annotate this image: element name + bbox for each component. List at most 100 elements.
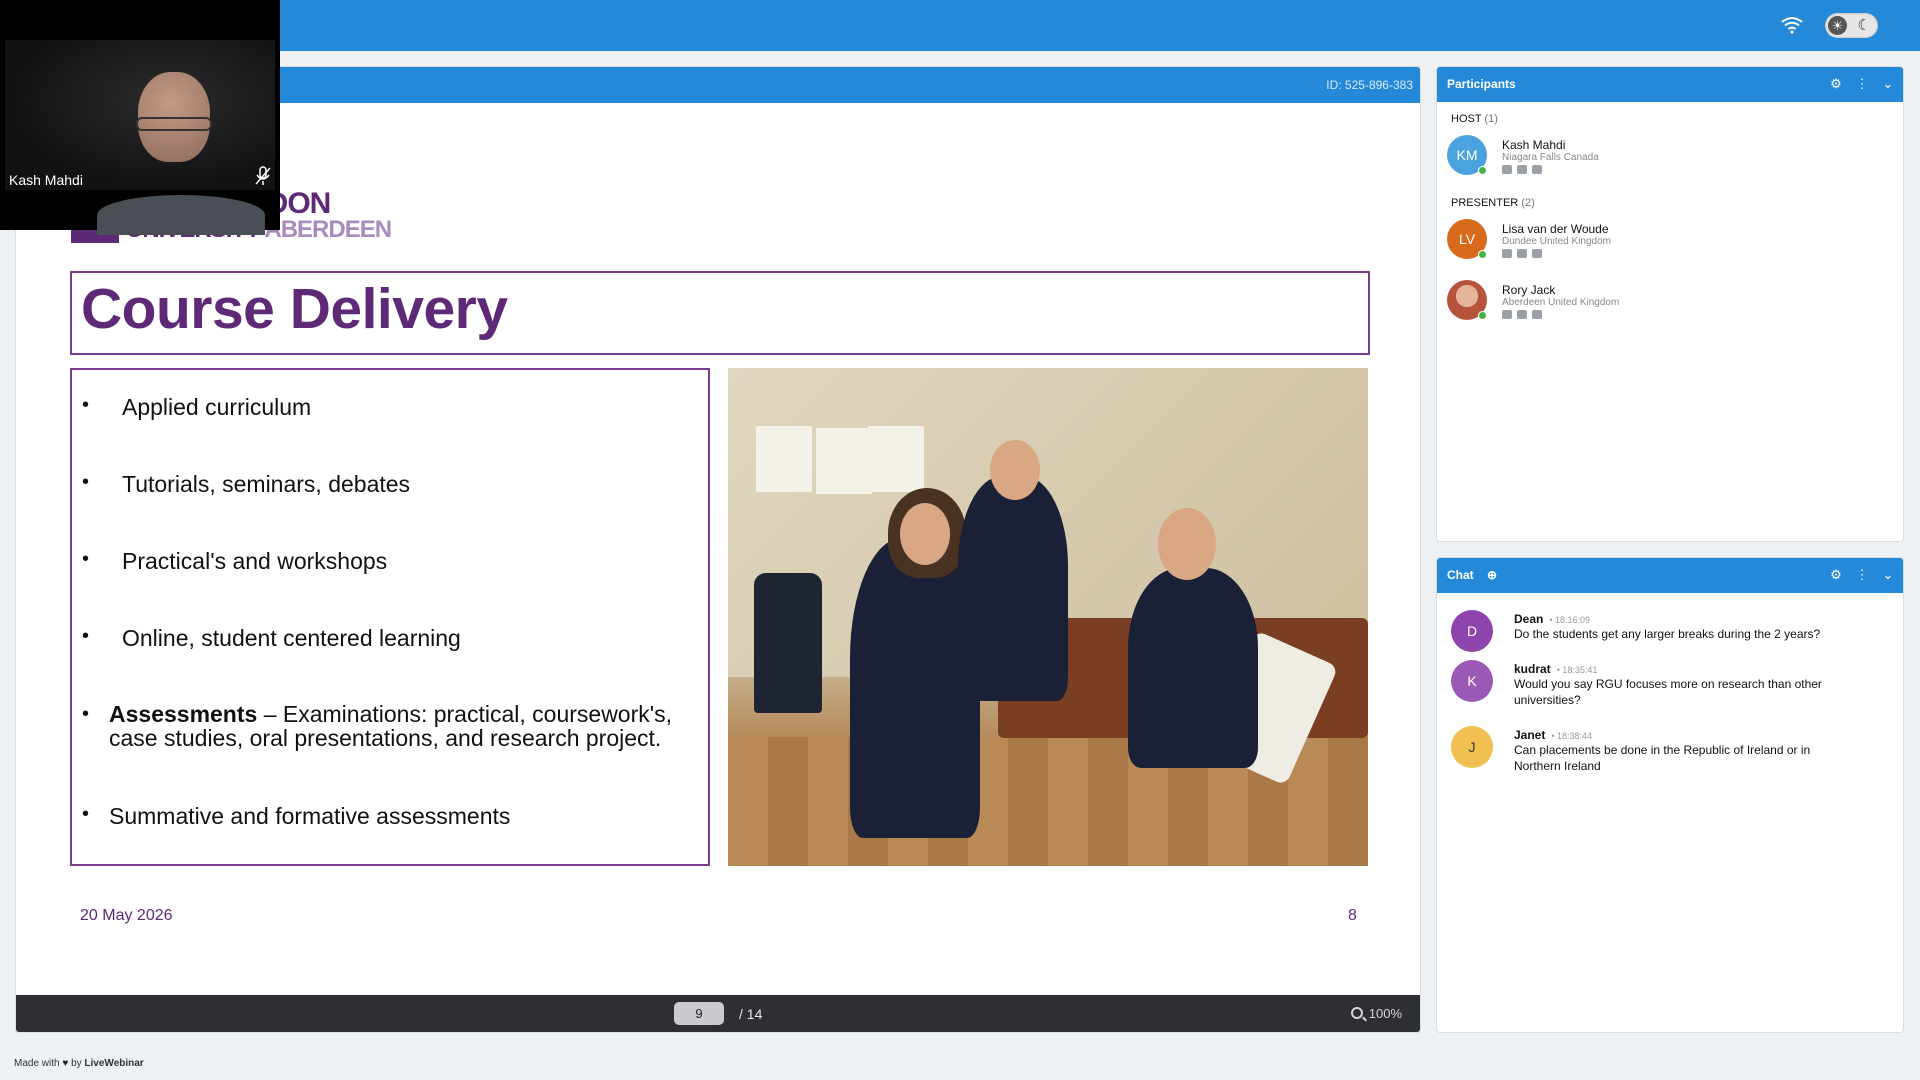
page-total: / 14	[739, 1006, 763, 1022]
message-text: Would you say RGU focuses more on resear…	[1514, 677, 1822, 707]
participant-location: Aberdeen United Kingdom	[1502, 297, 1620, 308]
online-status-dot	[1478, 250, 1487, 259]
monitor-icon	[1502, 249, 1512, 258]
online-status-dot	[1478, 311, 1487, 320]
photo-poster	[868, 426, 924, 492]
bullet-dot: •	[82, 803, 90, 825]
presentation-toolbar: / 14 100%	[16, 995, 1420, 1032]
message-time: • 18:35:41	[1556, 665, 1598, 675]
bullet-text: Online, student centered learning	[122, 625, 461, 651]
by-text: by	[71, 1058, 82, 1069]
bullet-list: • Applied curriculum • Tutorials, semina…	[70, 368, 710, 866]
more-options-icon[interactable]: ⋮	[1855, 76, 1869, 92]
message-text: Do the students get any larger breaks du…	[1514, 627, 1821, 641]
windows-icon	[1517, 165, 1527, 174]
webcam-feed	[5, 40, 275, 235]
zoom-level: 100%	[1368, 1006, 1402, 1021]
settings-icon[interactable]: ⚙	[1829, 567, 1843, 583]
photo-person-standing	[958, 476, 1068, 701]
group-count: (1)	[1484, 113, 1498, 125]
author-name: Dean	[1514, 612, 1544, 626]
bullet-dot: •	[82, 548, 90, 570]
participant-row[interactable]: Rory Jack Aberdeen United Kingdom	[1437, 280, 1903, 340]
group-label-text: PRESENTER	[1451, 197, 1519, 209]
participant-name: Rory Jack	[1502, 283, 1556, 297]
slide-photo	[728, 368, 1368, 866]
group-label-presenter: PRESENTER (2)	[1451, 197, 1535, 209]
bullet-item: • Practical's and workshops	[82, 548, 387, 575]
monitor-icon	[1502, 165, 1512, 174]
avatar: D	[1451, 610, 1493, 652]
photo-head	[990, 440, 1040, 500]
zoom-icon	[1350, 1007, 1363, 1019]
settings-icon[interactable]: ⚙	[1829, 76, 1843, 92]
slide-title-box: Course Delivery	[70, 271, 1370, 355]
message-author: Janet • 18:38:44	[1514, 728, 1592, 742]
avatar: K	[1451, 660, 1493, 702]
apple-icon	[1517, 249, 1527, 258]
group-label-text: HOST	[1451, 113, 1482, 125]
zoom-control[interactable]: 100%	[1350, 1006, 1402, 1021]
page-number-input[interactable]	[674, 1002, 724, 1025]
chat-panel: Chat ⊕ ⚙ ⋮ ⌄ D Dean • 18:16:09 Do the stu…	[1436, 557, 1904, 1033]
theme-toggle[interactable]: ☀ ☾	[1825, 13, 1878, 38]
logo-word-aberdeen: ABERDEEN	[264, 216, 392, 243]
participants-header: Participants ⚙ ⋮ ⌄	[1437, 67, 1903, 102]
photo-head	[1158, 508, 1216, 580]
webcam-name: Kash Mahdi	[9, 172, 83, 188]
top-bar: ☀ ☾	[0, 0, 1920, 51]
slide-number: 8	[1348, 907, 1357, 924]
bullet-text: Summative and formative assessments	[109, 803, 511, 829]
photo-poster	[756, 426, 812, 492]
bullet-item: • Online, student centered learning	[82, 625, 461, 652]
message-text: Can placements be done in the Republic o…	[1514, 743, 1811, 773]
bullet-text: Practical's and workshops	[122, 548, 388, 574]
bullet-text: Tutorials, seminars, debates	[122, 471, 411, 497]
participant-row[interactable]: LV Lisa van der Woude Dundee United King…	[1437, 219, 1903, 279]
photo-person-patient	[1128, 568, 1258, 768]
monitor-icon	[1502, 310, 1512, 319]
participants-panel: Participants ⚙ ⋮ ⌄ HOST (1) KM Kash Mahd…	[1436, 66, 1904, 542]
sun-icon: ☀	[1828, 16, 1847, 35]
chat-header: Chat ⊕ ⚙ ⋮ ⌄	[1437, 558, 1903, 593]
participant-name: Lisa van der Woude	[1502, 222, 1609, 236]
made-with-credit: Made with ♥ by LiveWebinar	[14, 1058, 144, 1069]
brand-link[interactable]: LiveWebinar	[84, 1058, 143, 1069]
slide: RDON UNIVERSITY ABERDEEN Course Delivery…	[16, 103, 1420, 997]
participants-title: Participants	[1447, 77, 1516, 91]
author-name: Janet	[1514, 728, 1546, 742]
message-time: • 18:16:09	[1549, 615, 1591, 625]
message-author: Dean • 18:16:09	[1514, 612, 1590, 626]
group-label-host: HOST (1)	[1451, 113, 1498, 125]
slide-date: 20 May 2026	[80, 907, 173, 924]
message-author: kudrat • 18:35:41	[1514, 662, 1597, 676]
webcam-person-body	[97, 195, 265, 235]
participant-location: Niagara Falls Canada	[1502, 152, 1599, 163]
more-options-icon[interactable]: ⋮	[1855, 567, 1869, 583]
moon-icon: ☾	[1857, 17, 1871, 34]
chat-title: Chat ⊕	[1447, 568, 1497, 582]
participant-row[interactable]: KM Kash Mahdi Niagara Falls Canada	[1437, 135, 1903, 195]
slide-title: Course Delivery	[81, 277, 508, 341]
bullet-text: Assessments – Examinations: practical, c…	[82, 702, 702, 750]
bullet-dot: •	[82, 471, 90, 493]
wifi-icon	[1781, 17, 1803, 34]
globe-icon[interactable]: ⊕	[1487, 568, 1497, 582]
webcam-glasses	[136, 117, 212, 131]
chat-title-text: Chat	[1447, 568, 1474, 582]
bullet-bold-text: Assessments	[109, 701, 258, 727]
photo-poster	[816, 428, 872, 494]
browser-icon	[1532, 310, 1542, 319]
browser-icon	[1532, 165, 1542, 174]
bullet-item: • Assessments – Examinations: practical,…	[82, 702, 702, 750]
chevron-down-icon[interactable]: ⌄	[1881, 567, 1895, 583]
avatar: J	[1451, 726, 1493, 768]
message-time: • 18:38:44	[1551, 731, 1593, 741]
webcam-tile[interactable]: Kash Mahdi	[0, 0, 280, 235]
made-with-text: Made with	[14, 1058, 60, 1069]
bullet-text: Applied curriculum	[122, 394, 312, 420]
heart-icon: ♥	[62, 1058, 69, 1069]
chevron-down-icon[interactable]: ⌄	[1881, 76, 1895, 92]
bullet-item: • Applied curriculum	[82, 394, 311, 421]
photo-chair	[754, 573, 822, 713]
